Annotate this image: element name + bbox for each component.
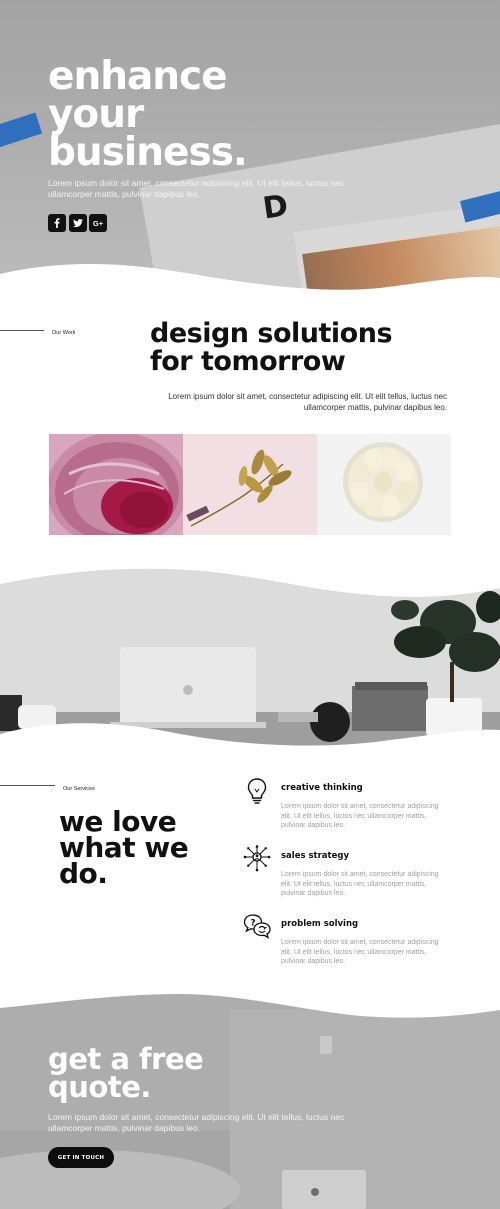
service-name: problem solving [281, 919, 359, 929]
workspace-wave-top [0, 562, 500, 597]
gallery-image-pink-dish[interactable] [49, 434, 183, 535]
work-gallery [49, 434, 451, 535]
service-name: creative thinking [281, 783, 363, 793]
work-title-line: design solutions [150, 318, 393, 349]
workspace-wave-bottom [0, 723, 500, 762]
get-in-touch-button[interactable]: GET IN TOUCH [48, 1147, 114, 1168]
hero-description: Lorem ipsum dolor sit amet, consectetur … [48, 178, 345, 199]
question-bubbles-icon: ? [243, 914, 271, 939]
quote-title-line: get a free [48, 1042, 204, 1076]
service-description: Lorem ipsum dolor sit amet, consectetur … [281, 939, 439, 965]
twitter-icon [73, 219, 83, 228]
services-title: we love what we do. [59, 808, 239, 890]
gold-branch-photo [183, 434, 317, 535]
facebook-icon [54, 218, 60, 228]
lightbulb-icon [247, 778, 267, 804]
services-label-line [0, 785, 55, 786]
pink-dish-photo [49, 434, 183, 535]
service-description: Lorem ipsum dolor sit amet, consectetur … [281, 871, 439, 897]
hero-title-line: business. [48, 130, 248, 175]
garlic-photo [317, 434, 451, 535]
work-label: Our Work [52, 330, 76, 336]
services-title-line: do. [59, 857, 108, 890]
google-plus-button[interactable]: G+ [89, 214, 107, 232]
hero-title: enhance your business. [48, 54, 378, 175]
workspace-photo-section [0, 562, 500, 762]
quote-title-line: quote. [48, 1070, 151, 1104]
network-icon [243, 845, 271, 872]
service-description: Lorem ipsum dolor sit amet, consectetur … [281, 803, 439, 829]
work-title: design solutions for tomorrow [150, 320, 450, 376]
service-name: sales strategy [281, 851, 349, 861]
work-title-line: for tomorrow [150, 346, 346, 377]
quote-title: get a free quote. [48, 1042, 308, 1104]
hero-title-line: enhance [48, 54, 228, 99]
twitter-button[interactable] [69, 214, 87, 232]
hero-section: D enhance your business. Lorem ipsum dol… [0, 0, 500, 300]
hero-title-line: your [48, 92, 144, 137]
services-label: Our Services [63, 786, 95, 792]
work-description: Lorem ipsum dolor sit amet, consectetur … [168, 392, 447, 412]
gallery-image-gold-branch[interactable] [183, 434, 317, 535]
quote-wave-top [0, 990, 500, 1018]
facebook-button[interactable] [48, 214, 66, 232]
hero-wave-divider [0, 264, 500, 300]
hero-blue-tape-left [0, 112, 43, 150]
work-label-line [0, 330, 44, 331]
google-plus-icon: G+ [92, 218, 104, 228]
gallery-image-garlic[interactable] [317, 434, 451, 535]
quote-description: Lorem ipsum dolor sit amet, consectetur … [48, 1112, 345, 1133]
